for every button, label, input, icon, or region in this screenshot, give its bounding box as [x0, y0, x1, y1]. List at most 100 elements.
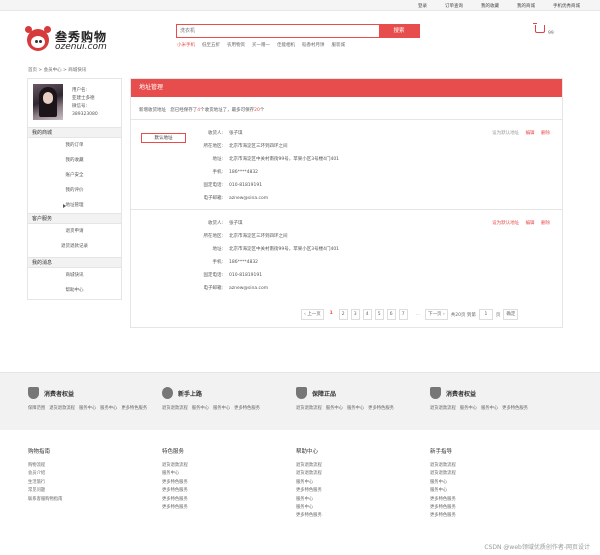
- footer-link[interactable]: 更多特色服务: [162, 504, 302, 512]
- page-confirm-button[interactable]: 确定: [503, 309, 519, 320]
- footer-link[interactable]: 更多特色服务: [162, 479, 302, 487]
- sidebar-item-security[interactable]: 账户安全: [28, 168, 121, 183]
- footer-link[interactable]: 联系客服购物指南: [28, 496, 168, 504]
- hot-keyword[interactable]: 服装城: [332, 42, 346, 48]
- address-panel: 地址管理 新增收货地址 您已经保存了4个收货地址了，最多可保存20个 默认地址 …: [130, 78, 563, 328]
- page-button[interactable]: 2: [338, 309, 348, 320]
- service-link[interactable]: 服务中心: [460, 406, 477, 411]
- top-link-my-mall[interactable]: 我的商城: [517, 3, 535, 9]
- service-link[interactable]: 更多特色服务: [121, 406, 147, 411]
- service-link[interactable]: 服务中心: [326, 406, 343, 411]
- service-link[interactable]: 保障范围: [28, 406, 45, 411]
- search-box: 搜索: [176, 24, 420, 38]
- sidebar-group-service: 客户服务 退货申请 退货退款记录: [28, 213, 121, 254]
- page-button[interactable]: 6: [386, 309, 396, 320]
- sidebar-item-return-apply[interactable]: 退货申请: [28, 224, 121, 239]
- page-button[interactable]: 7: [398, 309, 408, 320]
- search-button[interactable]: 搜索: [379, 25, 419, 37]
- hot-keyword[interactable]: 佳能相机: [277, 42, 295, 48]
- footer-link[interactable]: 购物流程: [28, 462, 168, 470]
- page-unit: 页: [495, 312, 501, 318]
- footer-link[interactable]: 常见问题: [28, 487, 168, 495]
- edit-link[interactable]: 编辑: [526, 221, 535, 226]
- footer-column: 帮助中心 退货退款流程 退货退款流程 服务中心 更多特色服务 服务中心 服务中心…: [296, 447, 436, 521]
- sidebar-group-messages: 我的消息 商城快讯 帮助中心: [28, 257, 121, 298]
- footer-link[interactable]: 服务中心: [296, 504, 436, 512]
- page-jump-input[interactable]: 1: [478, 309, 493, 320]
- address-tip: 新增收货地址 您已经保存了4个收货地址了，最多可保存20个: [139, 107, 264, 113]
- hot-keyword[interactable]: 低至五折: [202, 42, 220, 48]
- sidebar-item-address[interactable]: 地址管理: [28, 198, 121, 213]
- footer-link[interactable]: 服务中心: [296, 479, 436, 487]
- shield-icon: [296, 387, 307, 399]
- footer-link[interactable]: 服务中心: [162, 470, 302, 478]
- footer-link[interactable]: 更多特色服务: [430, 512, 570, 520]
- prev-page-button[interactable]: ‹ 上一页: [301, 309, 324, 320]
- edit-link[interactable]: 编辑: [526, 131, 535, 136]
- phone: 010-81819191: [229, 183, 263, 188]
- sidebar-item-refund-records[interactable]: 退货退款记录: [28, 239, 121, 254]
- next-page-button[interactable]: 下一页 ›: [425, 309, 448, 320]
- service-link[interactable]: 退货退款流程: [49, 406, 75, 411]
- service-link[interactable]: 退货退款流程: [162, 406, 188, 411]
- footer-column: 购物指南 购物流程 会员介绍 生活旅行 常见问题 联系客服购物指南: [28, 447, 168, 504]
- sidebar-item-reviews[interactable]: 我的评价: [28, 183, 121, 198]
- delete-link[interactable]: 删除: [541, 131, 550, 136]
- page-button[interactable]: 3: [350, 309, 360, 320]
- delete-link[interactable]: 删除: [541, 221, 550, 226]
- footer-link[interactable]: 服务中心: [430, 479, 570, 487]
- sidebar-group-title: 我的消息: [28, 257, 121, 268]
- top-link-mobile-mall[interactable]: 手机优秀商城: [553, 3, 580, 9]
- footer-link[interactable]: 服务中心: [430, 487, 570, 495]
- breadcrumb: 首页 > 会员中心 > 商城快讯: [28, 68, 87, 73]
- footer-link[interactable]: 退货退款流程: [296, 462, 436, 470]
- service-link[interactable]: 服务中心: [192, 406, 209, 411]
- footer-link[interactable]: 服务中心: [296, 496, 436, 504]
- hot-keyword[interactable]: 买一赠一: [252, 42, 270, 48]
- footer-link[interactable]: 退货退款流程: [296, 470, 436, 478]
- service-link[interactable]: 更多特色服务: [502, 406, 528, 411]
- add-address-link[interactable]: 新增收货地址: [139, 108, 166, 113]
- footer-link[interactable]: 会员介绍: [28, 470, 168, 478]
- top-link-order-query[interactable]: 订单查询: [445, 3, 463, 9]
- service-link[interactable]: 服务中心: [347, 406, 364, 411]
- service-link[interactable]: 服务中心: [100, 406, 117, 411]
- service-link[interactable]: 服务中心: [213, 406, 230, 411]
- top-bar: 登录 订单查询 我的收藏 我的商城 手机优秀商城: [0, 0, 600, 11]
- service-link[interactable]: 退货退款流程: [296, 406, 322, 411]
- top-link-login[interactable]: 登录: [418, 3, 427, 9]
- hot-keyword[interactable]: 小米手机: [177, 42, 195, 48]
- cart-icon[interactable]: [533, 23, 545, 33]
- footer-link[interactable]: 退货退款流程: [430, 470, 570, 478]
- footer-link[interactable]: 更多特色服务: [162, 487, 302, 495]
- sidebar-item-news[interactable]: 商城快讯: [28, 268, 121, 283]
- service-link[interactable]: 退货退款流程: [430, 406, 456, 411]
- search-input[interactable]: [177, 25, 379, 37]
- top-link-favorites[interactable]: 我的收藏: [481, 3, 499, 9]
- sidebar-item-orders[interactable]: 我的订单: [28, 138, 121, 153]
- sidebar-item-favorites[interactable]: 我的收藏: [28, 153, 121, 168]
- footer-link[interactable]: 退货退款流程: [430, 462, 570, 470]
- field-label: 固定电话:: [203, 183, 223, 188]
- site-logo[interactable]: 叁秀购物 ozenui.com: [25, 26, 127, 55]
- page-button[interactable]: 5: [374, 309, 384, 320]
- hot-keyword[interactable]: 稻香村月饼: [302, 42, 325, 48]
- footer-link[interactable]: 生活旅行: [28, 479, 168, 487]
- footer-link[interactable]: 更多特色服务: [296, 487, 436, 495]
- username: 亚建士多德: [72, 96, 95, 101]
- service-link[interactable]: 更多特色服务: [368, 406, 394, 411]
- page-button[interactable]: 4: [362, 309, 372, 320]
- footer-link[interactable]: 更多特色服务: [296, 512, 436, 520]
- footer-link[interactable]: 更多特色服务: [430, 496, 570, 504]
- set-default-link[interactable]: 设为默认地址: [492, 221, 519, 226]
- hot-keyword[interactable]: 农用物资: [227, 42, 245, 48]
- service-link[interactable]: 服务中心: [481, 406, 498, 411]
- service-link[interactable]: 服务中心: [79, 406, 96, 411]
- footer-link[interactable]: 更多特色服务: [430, 504, 570, 512]
- page-current[interactable]: 1: [327, 309, 336, 320]
- footer-link[interactable]: 更多特色服务: [162, 496, 302, 504]
- footer-link[interactable]: 退货退款流程: [162, 462, 302, 470]
- sidebar-item-help[interactable]: 帮助中心: [28, 283, 121, 298]
- service-link[interactable]: 更多特色服务: [234, 406, 260, 411]
- set-default-link[interactable]: 设为默认地址: [492, 131, 519, 136]
